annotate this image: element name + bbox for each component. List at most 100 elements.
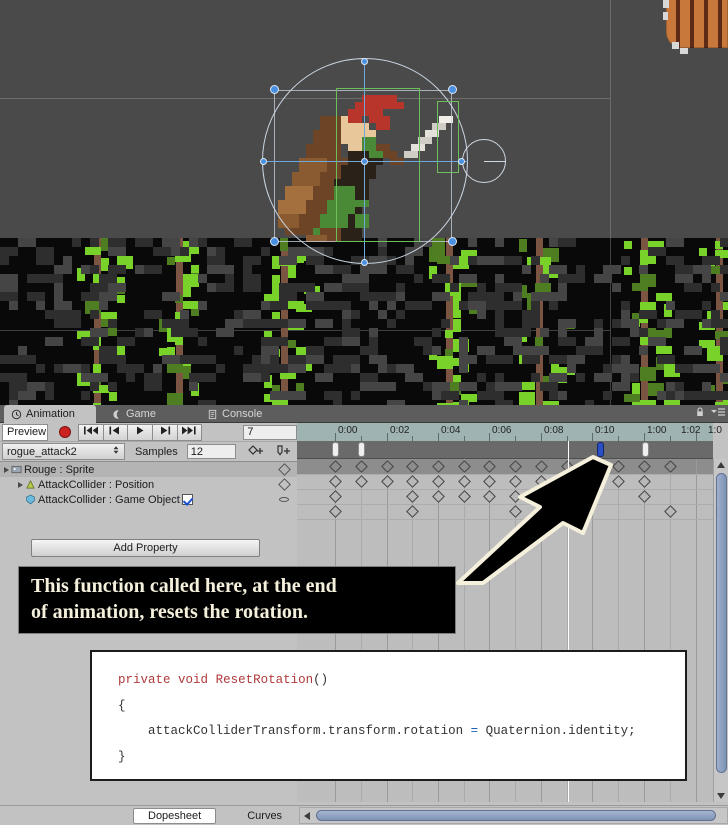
center-pivot-handle[interactable] <box>361 158 368 165</box>
hamburger-menu-icon[interactable] <box>710 406 726 421</box>
property-row-1[interactable]: AttackCollider : Position <box>0 477 297 492</box>
resize-handle-top-right[interactable] <box>448 85 457 94</box>
rock-pixel <box>144 265 162 274</box>
prev-frame-button[interactable] <box>102 423 129 441</box>
tab-animation[interactable]: Animation <box>4 405 96 423</box>
property-row-0[interactable]: Rouge : Sprite <box>0 462 297 477</box>
step-back-icon <box>108 425 122 439</box>
rock-pixel <box>0 247 9 256</box>
rock-pixel <box>90 373 108 382</box>
row-keyframe-toggle[interactable] <box>278 478 291 491</box>
horizontal-scrollbar-thumb[interactable] <box>316 810 716 821</box>
property-enabled-checkbox[interactable] <box>181 494 193 505</box>
keyframe-position-keys[interactable] <box>354 475 368 488</box>
tab-game-label: Game <box>126 408 156 420</box>
rock-pixel <box>27 292 45 301</box>
resize-handle-top[interactable] <box>361 58 368 65</box>
first-frame-button[interactable] <box>77 423 104 441</box>
resize-handle-bottom-left[interactable] <box>270 237 279 246</box>
rock-pixel <box>666 391 675 400</box>
rock-pixel <box>495 238 504 247</box>
code-close-brace: } <box>118 749 126 764</box>
resize-handle-top-left[interactable] <box>270 85 279 94</box>
add-event-button[interactable] <box>270 443 297 460</box>
current-frame-input[interactable]: 7 <box>243 424 297 440</box>
resize-handle-left[interactable] <box>260 158 267 165</box>
rock-pixel <box>522 319 540 328</box>
timeline-ruler[interactable]: 0:00 0:02 0:04 0:06 0:08 0:10 1:00 1:02 1:0 <box>297 423 722 441</box>
vine-leaf <box>699 248 707 256</box>
row-keyframe-toggle[interactable] <box>278 463 291 476</box>
rock-pixel <box>576 346 594 355</box>
attack-collider-box[interactable] <box>336 88 420 242</box>
attack-collider-box-2[interactable] <box>437 101 459 173</box>
keyframe-position-keys[interactable] <box>405 475 419 488</box>
animation-event-marker[interactable] <box>332 442 339 457</box>
tab-console[interactable]: Console <box>200 405 280 423</box>
rock-pixel <box>342 328 351 337</box>
keyframe-position-keys[interactable] <box>431 475 445 488</box>
rock-pixel <box>261 364 279 373</box>
rock-pixel <box>342 337 360 346</box>
lock-icon[interactable] <box>694 406 706 421</box>
footer-tab-curves[interactable]: Curves <box>232 808 297 824</box>
animation-event-marker[interactable] <box>358 442 365 457</box>
keyframe-gameobject-keys[interactable] <box>663 505 677 518</box>
rock-pixel <box>612 283 621 292</box>
scroll-left-arrow-icon[interactable] <box>304 812 310 820</box>
rock-pixel <box>495 355 513 364</box>
rock-pixel <box>27 382 45 391</box>
keyframe-position-sub-keys[interactable] <box>405 490 419 503</box>
rock-pixel <box>414 274 423 283</box>
pointer-arrow-icon <box>456 455 613 585</box>
keyframe-position-keys[interactable] <box>328 475 342 488</box>
last-frame-button[interactable] <box>176 423 203 441</box>
vine-leaf <box>648 256 656 264</box>
play-button[interactable] <box>127 423 153 441</box>
rock-pixel <box>621 319 639 328</box>
add-property-button[interactable]: Add Property <box>31 539 260 557</box>
clip-selector-dropdown[interactable]: rogue_attack2 <box>2 443 125 460</box>
scrollbar-thumb[interactable] <box>716 473 727 773</box>
add-keyframe-button[interactable] <box>243 443 270 460</box>
keyframe-gameobject-keys[interactable] <box>405 505 419 518</box>
expand-triangle-icon[interactable] <box>4 466 9 473</box>
property-row-2[interactable]: AttackCollider : Game Object <box>0 492 297 507</box>
resize-handle-bottom[interactable] <box>361 259 368 266</box>
keyframe-position-keys[interactable] <box>637 475 651 488</box>
rock-pixel <box>477 283 486 292</box>
annotation-callout: This function called here, at the end of… <box>18 566 456 634</box>
next-frame-button[interactable] <box>151 423 178 441</box>
keyframe-position-sub-keys[interactable] <box>637 490 651 503</box>
rock-pixel <box>162 292 180 301</box>
row-keyframe-toggle[interactable] <box>279 497 289 502</box>
dopesheet-vertical-scrollbar[interactable] <box>713 459 728 802</box>
horizontal-scrollbar[interactable] <box>299 807 728 824</box>
samples-input[interactable]: 12 <box>186 444 236 459</box>
rock-pixel <box>189 238 198 247</box>
keyframe-position-sub-keys[interactable] <box>328 490 342 503</box>
preview-button[interactable]: Preview <box>2 423 49 441</box>
scroll-up-arrow-icon[interactable] <box>717 462 725 468</box>
tab-game[interactable]: Game <box>104 405 170 423</box>
skip-to-end-icon <box>181 425 197 439</box>
rock-pixel <box>567 355 585 364</box>
scene-view[interactable] <box>0 0 728 405</box>
record-button[interactable] <box>52 424 77 441</box>
footer-tab-dopesheet[interactable]: Dopesheet <box>133 807 217 824</box>
rock-pixel <box>360 346 378 355</box>
keyframe-position-keys[interactable] <box>380 475 394 488</box>
rock-pixel <box>504 337 522 346</box>
rock-pixel <box>81 391 90 400</box>
rock-pixel <box>81 265 90 274</box>
rock-pixel <box>432 328 441 337</box>
rock-pixel <box>594 319 603 328</box>
keyframe-gameobject-keys[interactable] <box>328 505 342 518</box>
expand-triangle-icon[interactable] <box>18 481 23 488</box>
pivot-handle[interactable] <box>458 158 465 165</box>
rock-pixel <box>135 238 153 247</box>
resize-handle-bottom-right[interactable] <box>448 237 457 246</box>
keyframe-position-sub-keys[interactable] <box>431 490 445 503</box>
animation-event-marker[interactable] <box>642 442 649 457</box>
scroll-down-arrow-icon[interactable] <box>717 793 725 799</box>
